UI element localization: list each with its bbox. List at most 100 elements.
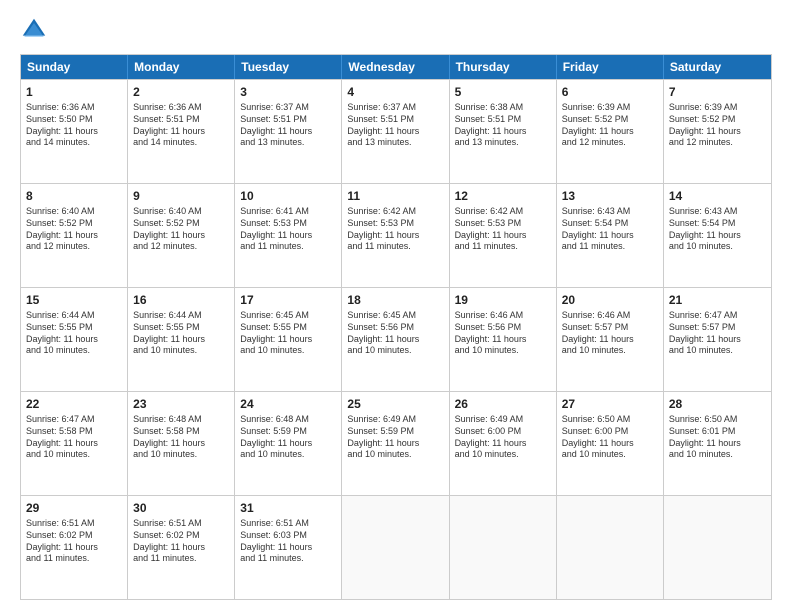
- day-number: 14: [669, 188, 766, 204]
- cell-info-line: Sunset: 5:56 PM: [347, 322, 443, 334]
- empty-cell: [342, 496, 449, 599]
- cell-info-line: Sunrise: 6:51 AM: [26, 518, 122, 530]
- cell-info-line: Daylight: 11 hours: [133, 438, 229, 450]
- cell-info-line: Sunrise: 6:44 AM: [26, 310, 122, 322]
- day-cell-2: 2Sunrise: 6:36 AMSunset: 5:51 PMDaylight…: [128, 80, 235, 183]
- day-number: 3: [240, 84, 336, 100]
- header-day-wednesday: Wednesday: [342, 55, 449, 79]
- cell-info-line: Sunrise: 6:46 AM: [562, 310, 658, 322]
- cell-info-line: Sunset: 5:52 PM: [26, 218, 122, 230]
- header-day-monday: Monday: [128, 55, 235, 79]
- cell-info-line: Sunrise: 6:51 AM: [240, 518, 336, 530]
- calendar: SundayMondayTuesdayWednesdayThursdayFrid…: [20, 54, 772, 600]
- cell-info-line: Sunrise: 6:45 AM: [347, 310, 443, 322]
- cell-info-line: Daylight: 11 hours: [26, 542, 122, 554]
- cell-info-line: Sunset: 5:50 PM: [26, 114, 122, 126]
- cell-info-line: and 10 minutes.: [669, 345, 766, 357]
- day-cell-30: 30Sunrise: 6:51 AMSunset: 6:02 PMDayligh…: [128, 496, 235, 599]
- day-number: 5: [455, 84, 551, 100]
- day-cell-27: 27Sunrise: 6:50 AMSunset: 6:00 PMDayligh…: [557, 392, 664, 495]
- cell-info-line: Sunrise: 6:36 AM: [26, 102, 122, 114]
- day-number: 1: [26, 84, 122, 100]
- cell-info-line: Sunrise: 6:47 AM: [669, 310, 766, 322]
- day-cell-10: 10Sunrise: 6:41 AMSunset: 5:53 PMDayligh…: [235, 184, 342, 287]
- cell-info-line: Daylight: 11 hours: [669, 230, 766, 242]
- cell-info-line: and 10 minutes.: [669, 449, 766, 461]
- day-number: 13: [562, 188, 658, 204]
- cell-info-line: Sunset: 5:54 PM: [562, 218, 658, 230]
- day-number: 10: [240, 188, 336, 204]
- cell-info-line: and 11 minutes.: [133, 553, 229, 565]
- cell-info-line: Sunset: 5:51 PM: [133, 114, 229, 126]
- cell-info-line: Sunset: 5:59 PM: [347, 426, 443, 438]
- cell-info-line: Sunrise: 6:49 AM: [455, 414, 551, 426]
- cell-info-line: Sunset: 5:52 PM: [133, 218, 229, 230]
- cell-info-line: Daylight: 11 hours: [133, 230, 229, 242]
- cell-info-line: Sunset: 6:00 PM: [562, 426, 658, 438]
- cell-info-line: Sunset: 5:57 PM: [562, 322, 658, 334]
- day-cell-13: 13Sunrise: 6:43 AMSunset: 5:54 PMDayligh…: [557, 184, 664, 287]
- cell-info-line: Daylight: 11 hours: [562, 334, 658, 346]
- day-number: 24: [240, 396, 336, 412]
- cell-info-line: and 10 minutes.: [347, 449, 443, 461]
- cell-info-line: Sunrise: 6:41 AM: [240, 206, 336, 218]
- cell-info-line: Sunrise: 6:39 AM: [669, 102, 766, 114]
- cell-info-line: Sunrise: 6:47 AM: [26, 414, 122, 426]
- day-number: 19: [455, 292, 551, 308]
- day-number: 15: [26, 292, 122, 308]
- day-cell-4: 4Sunrise: 6:37 AMSunset: 5:51 PMDaylight…: [342, 80, 449, 183]
- cell-info-line: Daylight: 11 hours: [562, 230, 658, 242]
- cell-info-line: and 10 minutes.: [133, 345, 229, 357]
- cell-info-line: Sunrise: 6:37 AM: [347, 102, 443, 114]
- day-cell-14: 14Sunrise: 6:43 AMSunset: 5:54 PMDayligh…: [664, 184, 771, 287]
- day-number: 8: [26, 188, 122, 204]
- cell-info-line: and 10 minutes.: [562, 449, 658, 461]
- cell-info-line: Daylight: 11 hours: [669, 438, 766, 450]
- calendar-body: 1Sunrise: 6:36 AMSunset: 5:50 PMDaylight…: [21, 79, 771, 599]
- cell-info-line: Sunset: 5:59 PM: [240, 426, 336, 438]
- cell-info-line: Sunrise: 6:36 AM: [133, 102, 229, 114]
- cell-info-line: Sunset: 5:53 PM: [240, 218, 336, 230]
- day-number: 12: [455, 188, 551, 204]
- cell-info-line: Sunset: 5:54 PM: [669, 218, 766, 230]
- cell-info-line: and 10 minutes.: [455, 345, 551, 357]
- day-number: 16: [133, 292, 229, 308]
- day-number: 20: [562, 292, 658, 308]
- cell-info-line: and 10 minutes.: [669, 241, 766, 253]
- day-cell-16: 16Sunrise: 6:44 AMSunset: 5:55 PMDayligh…: [128, 288, 235, 391]
- cell-info-line: Sunset: 5:55 PM: [26, 322, 122, 334]
- cell-info-line: and 10 minutes.: [240, 345, 336, 357]
- cell-info-line: and 10 minutes.: [240, 449, 336, 461]
- day-cell-12: 12Sunrise: 6:42 AMSunset: 5:53 PMDayligh…: [450, 184, 557, 287]
- calendar-week-5: 29Sunrise: 6:51 AMSunset: 6:02 PMDayligh…: [21, 495, 771, 599]
- cell-info-line: and 11 minutes.: [26, 553, 122, 565]
- day-number: 31: [240, 500, 336, 516]
- cell-info-line: Sunset: 5:58 PM: [133, 426, 229, 438]
- cell-info-line: and 10 minutes.: [133, 449, 229, 461]
- day-cell-17: 17Sunrise: 6:45 AMSunset: 5:55 PMDayligh…: [235, 288, 342, 391]
- empty-cell: [664, 496, 771, 599]
- cell-info-line: Daylight: 11 hours: [455, 126, 551, 138]
- day-cell-11: 11Sunrise: 6:42 AMSunset: 5:53 PMDayligh…: [342, 184, 449, 287]
- logo: [20, 16, 52, 44]
- cell-info-line: Sunrise: 6:50 AM: [669, 414, 766, 426]
- day-cell-29: 29Sunrise: 6:51 AMSunset: 6:02 PMDayligh…: [21, 496, 128, 599]
- cell-info-line: Sunrise: 6:51 AM: [133, 518, 229, 530]
- day-number: 9: [133, 188, 229, 204]
- day-number: 7: [669, 84, 766, 100]
- header-day-thursday: Thursday: [450, 55, 557, 79]
- cell-info-line: and 10 minutes.: [347, 345, 443, 357]
- cell-info-line: Sunset: 5:58 PM: [26, 426, 122, 438]
- day-cell-26: 26Sunrise: 6:49 AMSunset: 6:00 PMDayligh…: [450, 392, 557, 495]
- cell-info-line: Daylight: 11 hours: [240, 126, 336, 138]
- cell-info-line: and 12 minutes.: [133, 241, 229, 253]
- cell-info-line: and 10 minutes.: [26, 449, 122, 461]
- day-cell-5: 5Sunrise: 6:38 AMSunset: 5:51 PMDaylight…: [450, 80, 557, 183]
- cell-info-line: Sunrise: 6:49 AM: [347, 414, 443, 426]
- cell-info-line: and 10 minutes.: [26, 345, 122, 357]
- header-day-tuesday: Tuesday: [235, 55, 342, 79]
- cell-info-line: Daylight: 11 hours: [562, 126, 658, 138]
- day-number: 29: [26, 500, 122, 516]
- calendar-week-4: 22Sunrise: 6:47 AMSunset: 5:58 PMDayligh…: [21, 391, 771, 495]
- logo-icon: [20, 16, 48, 44]
